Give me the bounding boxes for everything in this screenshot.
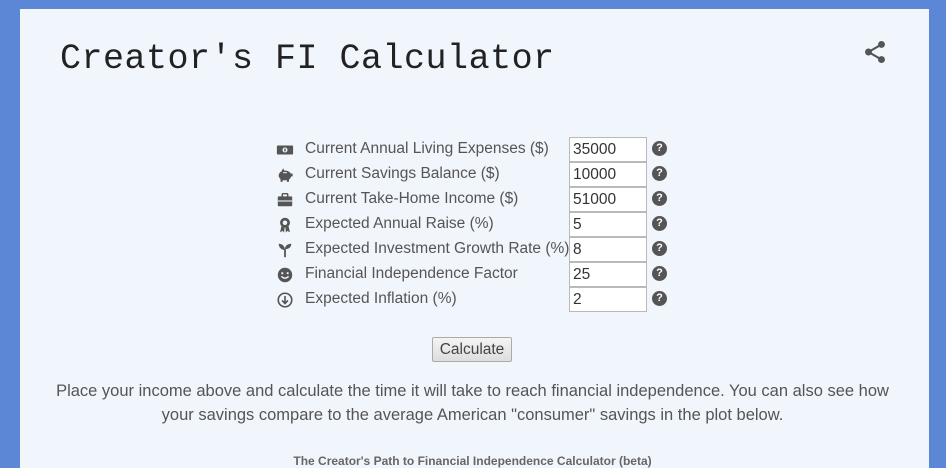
page-title: Creator's FI Calculator (60, 39, 555, 79)
calculator-card: Creator's FI Calculator Current Annual L… (20, 9, 929, 468)
inflation-label: Expected Inflation (%) (305, 290, 457, 307)
growth-input[interactable] (569, 237, 647, 262)
inflation-help-icon[interactable]: ? (652, 291, 667, 306)
growth-label: Expected Investment Growth Rate (%) (305, 240, 570, 257)
raise-help-icon[interactable]: ? (652, 216, 667, 231)
growth-help-icon[interactable]: ? (652, 241, 667, 256)
expenses-help-icon[interactable]: ? (652, 141, 667, 156)
savings-label: Current Savings Balance ($) (305, 165, 500, 182)
award-icon (280, 217, 290, 233)
inflation-input[interactable] (569, 287, 647, 312)
fi-factor-label: Financial Independence Factor (305, 265, 518, 282)
income-input[interactable] (569, 187, 647, 212)
seedling-icon (278, 243, 292, 258)
income-label: Current Take-Home Income ($) (305, 190, 519, 207)
piggy-bank-icon (278, 168, 293, 182)
fi-factor-input[interactable] (569, 262, 647, 287)
raise-label: Expected Annual Raise (%) (305, 215, 494, 232)
expenses-input[interactable] (569, 137, 647, 162)
plot-title: The Creator's Path to Financial Independ… (293, 454, 652, 468)
smile-icon (277, 267, 293, 283)
share-icon[interactable] (862, 39, 888, 65)
calculate-button[interactable]: Calculate (432, 337, 512, 362)
arrow-circle-down-icon (277, 292, 293, 308)
expenses-label: Current Annual Living Expenses ($) (305, 140, 549, 157)
fi-factor-help-icon[interactable]: ? (652, 266, 667, 281)
briefcase-icon (277, 192, 293, 207)
income-help-icon[interactable]: ? (652, 191, 667, 206)
money-bill-icon (276, 145, 294, 155)
instructions-text: Place your income above and calculate th… (56, 382, 889, 424)
savings-input[interactable] (569, 162, 647, 187)
raise-input[interactable] (569, 212, 647, 237)
savings-help-icon[interactable]: ? (652, 166, 667, 181)
